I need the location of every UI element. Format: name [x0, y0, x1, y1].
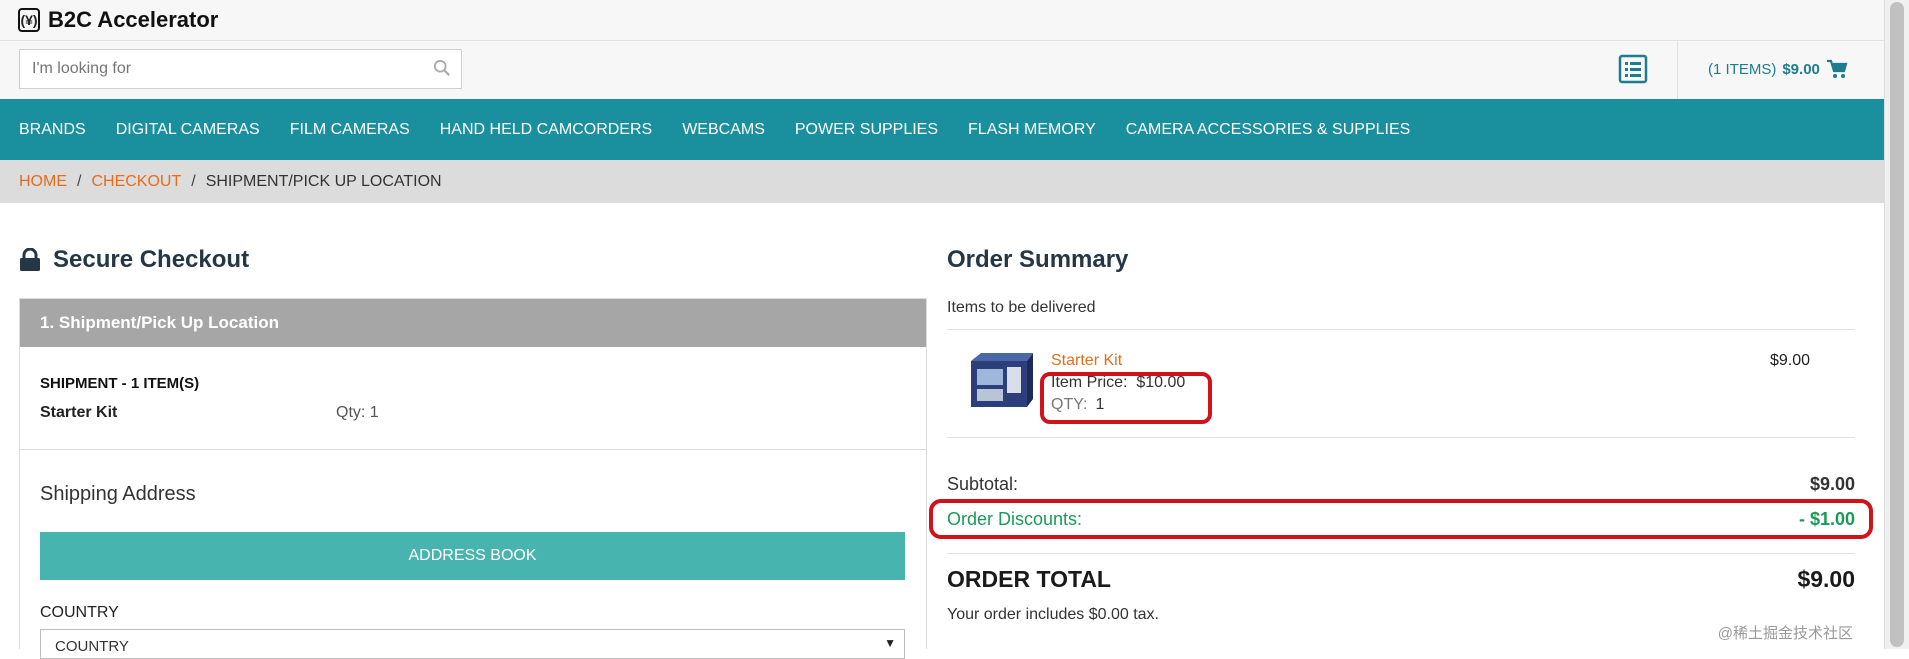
- shipment-summary: SHIPMENT - 1 ITEM(S) Starter Kit Qty: 1: [40, 375, 908, 422]
- product-line-total: $9.00: [1769, 352, 1810, 369]
- highlight-annotation: [929, 499, 1873, 539]
- country-select[interactable]: COUNTRY ▼: [40, 629, 905, 659]
- search-box: [19, 49, 462, 89]
- order-total-value: $9.00: [1797, 566, 1855, 592]
- shipment-item-name: Starter Kit: [40, 404, 118, 421]
- order-summary-subtitle: Items to be delivered: [947, 299, 1096, 316]
- scrollbar-thumb[interactable]: [1890, 2, 1904, 647]
- divider: [947, 553, 1855, 554]
- lock-icon: [20, 248, 40, 271]
- brand-name: B2C Accelerator: [48, 7, 219, 32]
- logo-bar: (¥) B2C Accelerator: [0, 0, 1885, 41]
- page: (¥) B2C Accelerator (1 ITEMS) $9.00: [0, 0, 1885, 659]
- vertical-scrollbar[interactable]: [1884, 0, 1909, 649]
- cart-icon: [1826, 59, 1848, 78]
- breadcrumb-current: SHIPMENT/PICK UP LOCATION: [205, 172, 442, 190]
- cart-items-count: (1 ITEMS): [1708, 60, 1777, 78]
- order-total-label: ORDER TOTAL: [947, 566, 1111, 592]
- product-thumbnail[interactable]: [967, 351, 1033, 411]
- nav-flash-memory[interactable]: FLASH MEMORY: [968, 121, 1096, 139]
- breadcrumb-home[interactable]: HOME: [19, 173, 67, 191]
- search-input[interactable]: [30, 50, 414, 88]
- divider: [947, 437, 1855, 438]
- header-divider: [1677, 41, 1678, 99]
- order-summary-title: Order Summary: [947, 246, 1129, 273]
- nav-digital-cameras[interactable]: DIGITAL CAMERAS: [116, 121, 260, 139]
- address-book-button[interactable]: ADDRESS BOOK: [40, 532, 905, 580]
- breadcrumb-checkout[interactable]: CHECKOUT: [91, 173, 181, 191]
- shipment-title: SHIPMENT - 1 ITEM(S): [40, 375, 200, 392]
- breadcrumb: HOME / CHECKOUT / SHIPMENT/PICK UP LOCAT…: [0, 160, 1885, 203]
- page-title: Secure Checkout: [53, 246, 250, 273]
- breadcrumb-separator: /: [77, 172, 82, 190]
- highlight-annotation: [1040, 372, 1212, 424]
- cart-amount: $9.00: [1782, 60, 1820, 78]
- nav-webcams[interactable]: WEBCAMS: [682, 121, 765, 139]
- quick-order-list-icon[interactable]: [1618, 54, 1648, 84]
- shipment-item-row: Starter Kit Qty: 1: [40, 404, 908, 422]
- nav-hand-held-camcorders[interactable]: HAND HELD CAMCORDERS: [440, 121, 652, 139]
- subtotal-label: Subtotal:: [947, 474, 1019, 494]
- nav-film-cameras[interactable]: FILM CAMERAS: [290, 121, 410, 139]
- nav-brands[interactable]: BRANDS: [19, 121, 86, 139]
- checkout-step-panel: 1. Shipment/Pick Up Location SHIPMENT - …: [19, 298, 927, 659]
- country-select-value: COUNTRY: [55, 638, 129, 655]
- subtotal-value: $9.00: [1809, 474, 1855, 494]
- secure-checkout-heading: Secure Checkout: [19, 246, 249, 274]
- product-name-link[interactable]: Starter Kit: [1051, 352, 1122, 370]
- category-nav: BRANDS DIGITAL CAMERAS FILM CAMERAS HAND…: [0, 99, 1885, 160]
- shipment-item-qty: Qty: 1: [336, 404, 379, 421]
- watermark: @稀土掘金技术社区: [1717, 625, 1853, 642]
- step-header[interactable]: 1. Shipment/Pick Up Location: [20, 299, 926, 347]
- site-logo[interactable]: (¥) B2C Accelerator: [18, 7, 218, 33]
- shipping-address-heading: Shipping Address: [40, 483, 196, 505]
- breadcrumb-separator: /: [191, 172, 196, 190]
- header-search-row: (1 ITEMS) $9.00: [0, 41, 1885, 99]
- divider: [20, 449, 926, 450]
- mini-cart[interactable]: (1 ITEMS) $9.00: [1708, 59, 1848, 79]
- country-label: COUNTRY: [40, 604, 119, 621]
- divider: [947, 329, 1855, 330]
- subtotal-row: Subtotal: $9.00: [947, 474, 1855, 495]
- brand-logo-mark: (¥): [18, 8, 40, 32]
- order-total-row: ORDER TOTAL $9.00: [947, 566, 1855, 593]
- chevron-down-icon: ▼: [884, 636, 896, 650]
- nav-camera-accessories[interactable]: CAMERA ACCESSORIES & SUPPLIES: [1126, 121, 1411, 139]
- search-icon[interactable]: [433, 59, 451, 77]
- tax-note: Your order includes $0.00 tax.: [947, 606, 1159, 623]
- nav-power-supplies[interactable]: POWER SUPPLIES: [795, 121, 938, 139]
